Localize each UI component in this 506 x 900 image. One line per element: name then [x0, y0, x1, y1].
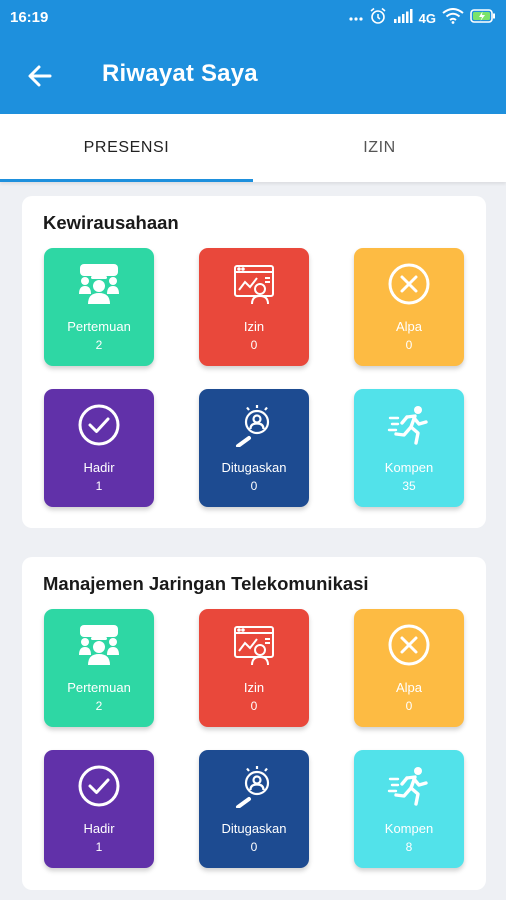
stat-value: 0: [250, 699, 258, 713]
tab-izin[interactable]: IZIN: [253, 114, 506, 182]
tab-bar: PRESENSI IZIN: [0, 114, 506, 182]
stat-label: Pertemuan: [67, 319, 131, 334]
course-title: Kewirausahaan: [43, 212, 179, 233]
stat-label: Alpa: [395, 680, 423, 695]
people-meeting-icon: [77, 262, 121, 306]
check-circle-icon: [77, 764, 121, 808]
x-circle-icon: [387, 262, 431, 306]
app-bar: Riwayat Saya: [0, 36, 506, 114]
status-icons: 4G: [349, 6, 496, 30]
course-card: Kewirausahaan Pertemuan 2 Izin 0 Alpa 0 …: [22, 196, 486, 528]
stat-label: Kompen: [384, 821, 434, 836]
stat-tile-pertemuan[interactable]: Pertemuan 2: [44, 248, 154, 366]
stat-tile-izin[interactable]: Izin 0: [199, 609, 309, 727]
stat-label: Ditugaskan: [221, 460, 287, 475]
stat-label: Izin: [243, 680, 265, 695]
course-card: Manajemen Jaringan Telekomunikasi Pertem…: [22, 557, 486, 890]
wifi-icon: [442, 7, 464, 29]
stat-tile-kompen[interactable]: Kompen 35: [354, 389, 464, 507]
stat-tile-alpa[interactable]: Alpa 0: [354, 248, 464, 366]
permission-document-icon: [232, 262, 276, 306]
alarm-icon: [369, 7, 387, 30]
battery-charging-icon: [470, 8, 496, 28]
stat-value: 2: [95, 338, 103, 352]
stat-label: Kompen: [384, 460, 434, 475]
signal-icon: [393, 8, 413, 28]
stat-tile-pertemuan[interactable]: Pertemuan 2: [44, 609, 154, 727]
check-circle-icon: [77, 403, 121, 447]
stat-value: 35: [402, 479, 416, 493]
stat-value: 1: [95, 479, 103, 493]
running-person-icon: [387, 764, 431, 808]
network-type: 4G: [418, 10, 436, 26]
stat-value: 8: [405, 840, 413, 854]
stat-value: 0: [250, 840, 258, 854]
stat-value: 0: [405, 338, 413, 352]
stat-value: 2: [95, 699, 103, 713]
stat-value: 0: [250, 479, 258, 493]
stat-label: Ditugaskan: [221, 821, 287, 836]
tab-presensi[interactable]: PRESENSI: [0, 114, 253, 182]
stat-label: Pertemuan: [67, 680, 131, 695]
search-person-icon: [232, 403, 276, 448]
x-circle-icon: [387, 623, 431, 667]
status-time: 16:19: [10, 9, 49, 26]
stat-tile-ditugaskan[interactable]: Ditugaskan 0: [199, 389, 309, 507]
stat-value: 0: [250, 338, 258, 352]
search-person-icon: [232, 764, 276, 809]
stat-label: Hadir: [83, 460, 115, 475]
stat-tile-hadir[interactable]: Hadir 1: [44, 389, 154, 507]
stat-value: 0: [405, 699, 413, 713]
active-tab-indicator: [0, 179, 253, 182]
running-person-icon: [387, 403, 431, 447]
page-title: Riwayat Saya: [102, 60, 258, 87]
permission-document-icon: [232, 623, 276, 667]
stat-tile-alpa[interactable]: Alpa 0: [354, 609, 464, 727]
stat-label: Alpa: [395, 319, 423, 334]
stat-tile-hadir[interactable]: Hadir 1: [44, 750, 154, 868]
stat-label: Hadir: [83, 821, 115, 836]
back-arrow-icon[interactable]: [24, 60, 56, 92]
stat-tile-kompen[interactable]: Kompen 8: [354, 750, 464, 868]
course-title: Manajemen Jaringan Telekomunikasi: [43, 573, 369, 594]
more-dots-icon: [349, 9, 363, 27]
stat-label: Izin: [243, 319, 265, 334]
stat-tile-izin[interactable]: Izin 0: [199, 248, 309, 366]
stat-tile-ditugaskan[interactable]: Ditugaskan 0: [199, 750, 309, 868]
people-meeting-icon: [77, 623, 121, 667]
status-bar: 16:19 4G: [0, 0, 506, 36]
stat-value: 1: [95, 840, 103, 854]
